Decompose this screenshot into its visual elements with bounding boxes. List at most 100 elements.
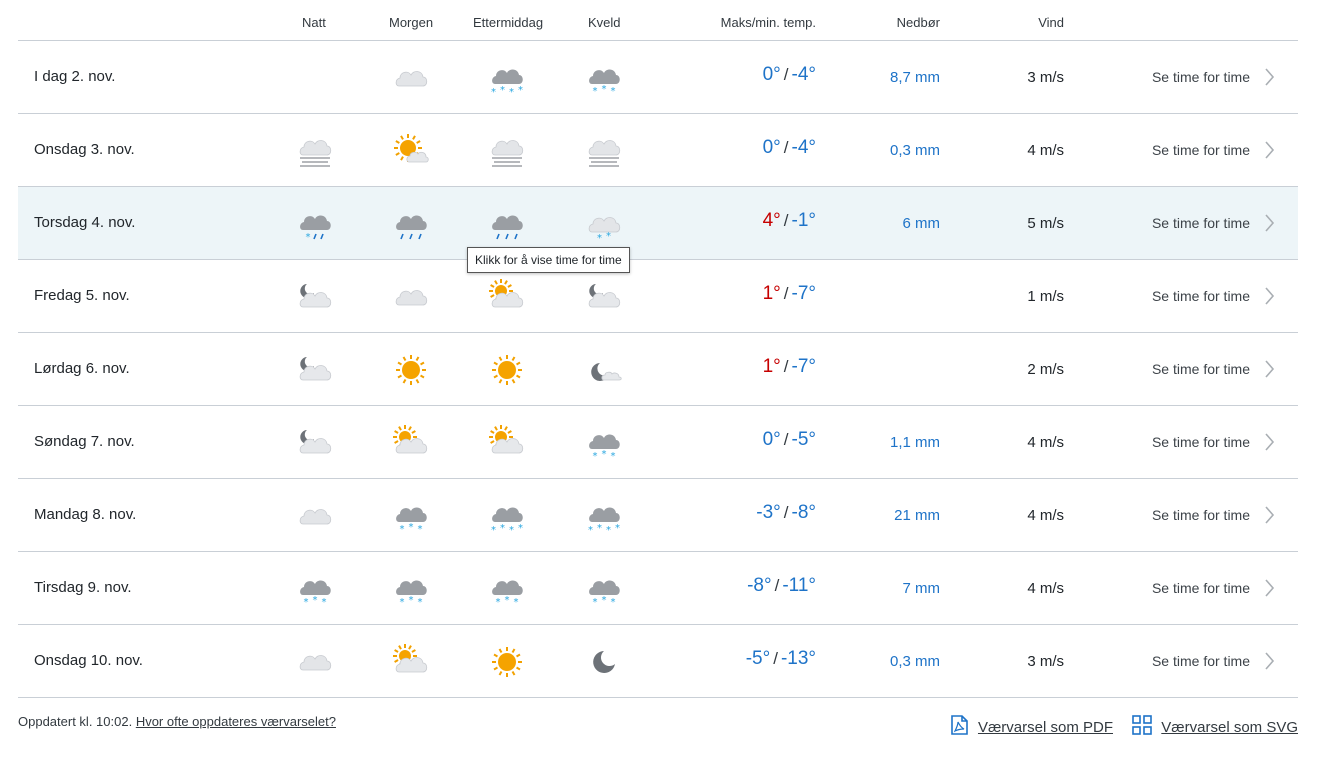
header-morning: Morgen: [389, 15, 434, 30]
pdf-download-link[interactable]: Værvarsel som PDF: [948, 714, 1113, 740]
min-temp: -4°: [791, 137, 817, 158]
header-wind: Vind: [1038, 15, 1064, 30]
precipitation: 21 mm: [894, 507, 940, 524]
temperature: 0° / -5°: [763, 429, 816, 451]
day-row[interactable]: Lørdag 6. nov. 1° / -7° 2 m/s Se time for tim…: [18, 333, 1298, 406]
svg-text:*: *: [597, 233, 602, 244]
day-row[interactable]: Søndag 7. nov. * * * 0° / -5° 1,1 mm 4 m/s Se tim…: [18, 406, 1298, 479]
header-precip: Nedbør: [896, 15, 940, 30]
temperature: 0° / -4°: [763, 137, 816, 159]
hourly-link[interactable]: Se time for time: [1152, 434, 1250, 450]
heavy-snow-icon: * * * *: [584, 496, 624, 536]
hourly-link[interactable]: Se time for time: [1152, 507, 1250, 523]
moon-cloud-icon: [584, 277, 624, 317]
chevron-right-icon[interactable]: [1262, 432, 1276, 452]
svg-text:*: *: [518, 85, 523, 96]
svg-text:*: *: [505, 595, 510, 606]
max-temp: 0°: [762, 137, 781, 158]
wind-speed: 3 m/s: [1027, 69, 1064, 86]
chevron-right-icon[interactable]: [1262, 213, 1276, 233]
fog-icon: [584, 131, 624, 171]
sun-icon: [487, 350, 527, 390]
fog-icon: [295, 131, 335, 171]
svg-text:*: *: [509, 87, 514, 98]
svg-text:*: *: [593, 597, 598, 608]
max-temp: -5°: [745, 648, 771, 669]
svg-text:*: *: [518, 523, 523, 534]
chevron-right-icon[interactable]: [1262, 505, 1276, 525]
svg-text:*: *: [615, 523, 620, 534]
svg-text:*: *: [611, 597, 616, 608]
max-temp: 4°: [762, 210, 781, 231]
hourly-link[interactable]: Se time for time: [1152, 142, 1250, 158]
day-row[interactable]: Mandag 8. nov. * * * * * * * * * * * -3° / -8° 21 mm 4 m…: [18, 479, 1298, 552]
cloud-icon: [391, 277, 431, 317]
temperature: -5° / -13°: [746, 648, 816, 670]
svg-text:*: *: [606, 525, 611, 536]
temp-separator: /: [773, 649, 778, 668]
svg-text:*: *: [500, 523, 505, 534]
chevron-right-icon[interactable]: [1262, 578, 1276, 598]
header-evening: Kveld: [588, 15, 621, 30]
min-temp: -13°: [780, 648, 816, 669]
svg-text:*: *: [611, 451, 616, 462]
day-row[interactable]: Tirsdag 9. nov. * * * * * * * * * * * * -8° / -11° 7 mm 4…: [18, 552, 1298, 625]
sun-cloud-icon: [391, 131, 431, 171]
snow-icon: * * *: [487, 569, 527, 609]
rain-icon: [487, 204, 527, 244]
hourly-link[interactable]: Se time for time: [1152, 580, 1250, 596]
day-row[interactable]: Fredag 5. nov. 1° / -7° 1 m/s Se time for tim…: [18, 260, 1298, 333]
hourly-link[interactable]: Se time for time: [1152, 69, 1250, 85]
table-header: Natt Morgen Ettermiddag Kveld Maks/min. …: [18, 0, 1298, 41]
svg-text:*: *: [409, 595, 414, 606]
chevron-right-icon[interactable]: [1262, 140, 1276, 160]
precipitation: 0,3 mm: [889, 653, 940, 670]
chevron-right-icon[interactable]: [1262, 359, 1276, 379]
temperature: 1° / -7°: [763, 356, 816, 378]
min-temp: -7°: [791, 356, 817, 377]
precipitation: 8,7 mm: [889, 69, 940, 86]
day-row[interactable]: Onsdag 10. nov. -5° / -13° 0,3 mm 3 m/s Se tim…: [18, 625, 1298, 698]
snow-icon: * * *: [391, 496, 431, 536]
wind-speed: 4 m/s: [1027, 434, 1064, 451]
svg-text:*: *: [588, 525, 593, 536]
chevron-right-icon[interactable]: [1262, 67, 1276, 87]
svg-text:*: *: [514, 597, 519, 608]
svg-download-link[interactable]: Værvarsel som SVG: [1131, 714, 1298, 740]
svg-text:*: *: [496, 597, 501, 608]
cloud-icon: [295, 496, 335, 536]
max-temp: 0°: [762, 429, 781, 450]
hourly-link[interactable]: Se time for time: [1152, 215, 1250, 231]
wind-speed: 5 m/s: [1027, 215, 1064, 232]
svg-text:*: *: [313, 595, 318, 606]
cloud-icon: [391, 58, 431, 98]
moon-cloud-icon: [295, 277, 335, 317]
hourly-link[interactable]: Se time for time: [1152, 361, 1250, 377]
temp-separator: /: [783, 357, 789, 376]
day-row[interactable]: Torsdag 4. nov. * * * 4° / -1° 6 mm 5 m/s Se time…: [18, 187, 1298, 260]
svg-text:*: *: [400, 524, 405, 535]
min-temp: -4°: [791, 64, 817, 85]
snow-icon: * * *: [584, 58, 624, 98]
day-row[interactable]: I dag 2. nov. * * * * * * * 0° / -4° 8,7 mm 3 m/s Se …: [18, 41, 1298, 114]
day-label: Søndag 7. nov.: [34, 433, 135, 450]
svg-link-label: Værvarsel som SVG: [1161, 718, 1298, 736]
hourly-tooltip: Klikk for å vise time for time: [467, 247, 630, 273]
precipitation: 6 mm: [902, 215, 941, 232]
hourly-link[interactable]: Se time for time: [1152, 653, 1250, 669]
sun-icon: [391, 350, 431, 390]
chevron-right-icon[interactable]: [1262, 286, 1276, 306]
hourly-link[interactable]: Se time for time: [1152, 288, 1250, 304]
moon-icon: [584, 642, 624, 682]
update-frequency-link[interactable]: Hvor ofte oppdateres værvarselet?: [136, 714, 336, 729]
fog-icon: [487, 131, 527, 171]
chevron-right-icon[interactable]: [1262, 651, 1276, 671]
svg-text:*: *: [306, 232, 311, 243]
pdf-icon: [948, 714, 970, 740]
svg-text:*: *: [304, 597, 309, 608]
max-temp: 1°: [762, 356, 781, 377]
day-row[interactable]: Onsdag 3. nov. 0° / -4° 0,3 mm 4 m/s Se time f…: [18, 114, 1298, 187]
svg-text:*: *: [409, 522, 414, 533]
heavy-snow-icon: * * * *: [487, 496, 527, 536]
moon-cloud-icon: [295, 423, 335, 463]
